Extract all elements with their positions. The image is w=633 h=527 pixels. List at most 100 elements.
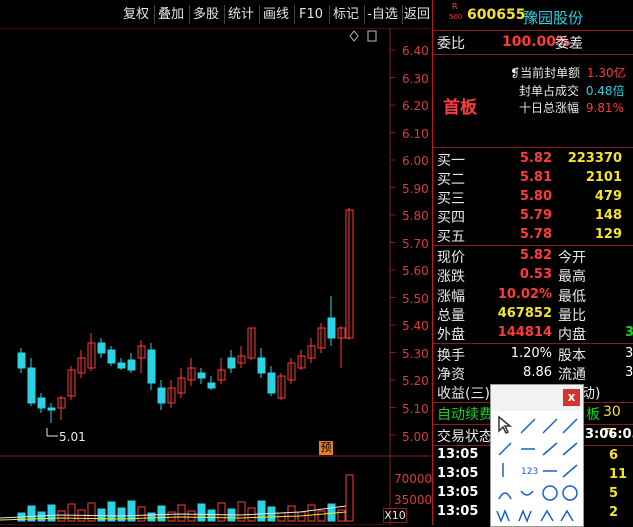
weicha-label: 委差 [555, 36, 583, 52]
seal-ratio-label: 封单占成交 [519, 84, 580, 98]
draw-tools-titlebar[interactable]: x [491, 385, 583, 411]
arc-tool-icon [498, 492, 512, 500]
liangbi-label: 量比 [558, 308, 586, 324]
triangle-tool-icon [540, 509, 554, 522]
bid-price: 5.80 [519, 189, 552, 204]
volume-bar [167, 511, 176, 522]
candle-body [117, 362, 126, 369]
ray-tool-icon [562, 418, 578, 434]
guben-value: 3 [625, 346, 633, 361]
bid-row[interactable]: 买二 5.81 2101 [433, 169, 633, 188]
duogu-button[interactable]: 多股 [188, 5, 225, 24]
chart-toolbar: 复权 叠加 多股 统计 画线 F10 标记 -自选 返回 [0, 0, 430, 28]
candle-body [127, 359, 136, 371]
tick-volume: 2 [609, 505, 619, 520]
waipan-label: 外盘 [437, 327, 465, 343]
zongliang-label: 总量 [437, 308, 465, 324]
price-tick: 5.00 [402, 430, 429, 444]
trade-status-label: 交易状态 [437, 429, 493, 445]
price-tick: 5.10 [402, 402, 429, 416]
tick-time: 13:05 [437, 466, 479, 481]
line-tool-icon [520, 418, 536, 434]
volume-bar [345, 474, 354, 522]
diamond-icon [349, 30, 359, 42]
volume-bar [147, 512, 156, 522]
price-tick: 5.50 [402, 292, 429, 306]
abc-tool-icon [560, 509, 574, 522]
candle-body [97, 342, 106, 354]
kline-chart[interactable]: 6.40 6.30 6.20 6.10 6.00 5.90 5.80 5.70 … [0, 28, 432, 525]
seal-ratio-row: 封单占成交 0.48倍 [519, 82, 625, 99]
huaxian-button[interactable]: 画线 [258, 5, 295, 24]
auto-renew-label[interactable]: 自动续费 [437, 404, 493, 424]
tongji-button[interactable]: 统计 [223, 5, 260, 24]
cycle-tool-icon [520, 490, 534, 496]
candle-body [207, 382, 216, 389]
zigzag-tool-icon [518, 508, 532, 524]
price-tick: 5.20 [402, 374, 429, 388]
jingzi-label: 净资 [437, 367, 465, 383]
volume-bar [127, 500, 136, 522]
fanhui-button[interactable]: 返回 [400, 5, 434, 24]
volume-bar [207, 509, 216, 522]
bid-label: 买三 [437, 191, 465, 207]
zhangdie-label: 涨跌 [437, 269, 465, 285]
fuquan-button[interactable]: 复权 [118, 5, 155, 24]
circle-tool-icon [542, 485, 558, 501]
seal-ratio-value: 0.48倍 [585, 84, 625, 98]
huanshou-label: 换手 [437, 348, 465, 364]
price-tick: 6.10 [402, 127, 429, 141]
candle-body [37, 397, 46, 409]
arrow-tool-icon [562, 442, 578, 456]
bid-label: 买四 [437, 210, 465, 226]
kline-canvas[interactable] [0, 28, 430, 525]
fib-tool-icon: 123 [521, 467, 538, 477]
volume-bar [217, 502, 226, 522]
volume-bar [107, 501, 116, 522]
bid-row[interactable]: 买五 5.78 129 [433, 226, 633, 245]
seal-amount-label: 当前封单额 [520, 66, 581, 80]
r-sub: 500 [449, 13, 463, 21]
f10-button[interactable]: F10 [293, 5, 330, 24]
bid-volume: 223370 [567, 151, 622, 166]
price-tick: 5.90 [402, 182, 429, 196]
candle-body [157, 387, 166, 404]
draw-tools-grid[interactable]: 123 [491, 411, 583, 526]
tick-time: 13:05 [437, 447, 479, 462]
bid-row[interactable]: 买一 5.82 223370 [433, 150, 633, 169]
price-tick: 6.40 [402, 44, 429, 58]
zhangfu-label: 涨幅 [437, 289, 465, 305]
volume-bar [137, 506, 146, 522]
biaoji-button[interactable]: 标记 [328, 5, 365, 24]
bid-row[interactable]: 买三 5.80 479 [433, 188, 633, 207]
candle-body [47, 407, 56, 411]
tick-volume: 11 [609, 467, 628, 482]
zongliang-value: 467852 [497, 306, 552, 321]
zhangdie-value: 0.53 [519, 267, 552, 282]
close-icon[interactable]: x [563, 389, 580, 406]
zuidi-label: 最低 [558, 289, 586, 305]
price-tick: 5.80 [402, 209, 429, 223]
parallel-tool-icon [498, 442, 512, 456]
volume-bar [157, 505, 166, 522]
weibi-label: 委比 [437, 36, 465, 52]
wave-tool-icon [496, 508, 510, 524]
liutong-value: 3 [625, 365, 633, 380]
tick-time: 13:05 [437, 504, 479, 519]
zixuan-button[interactable]: -自选 [363, 5, 403, 24]
stock-name: 豫园股份 [523, 9, 584, 27]
ellipse-tool-icon [562, 485, 578, 501]
zhangfu-value: 10.02% [497, 287, 552, 302]
price-tick: 6.00 [402, 154, 429, 168]
bid-price: 5.79 [519, 208, 552, 223]
draw-tools-panel[interactable]: x 123 [490, 384, 584, 527]
candle-body [147, 349, 156, 384]
jingzi-value: 8.86 [523, 365, 552, 380]
bid-price: 5.82 [519, 151, 552, 166]
bid-row[interactable]: 买四 5.79 148 [433, 207, 633, 226]
diejia-button[interactable]: 叠加 [153, 5, 190, 24]
candle-body [27, 367, 36, 404]
candle-body [267, 372, 276, 394]
price-tick: 5.40 [402, 319, 429, 333]
pre-badge: 预 [319, 441, 333, 455]
